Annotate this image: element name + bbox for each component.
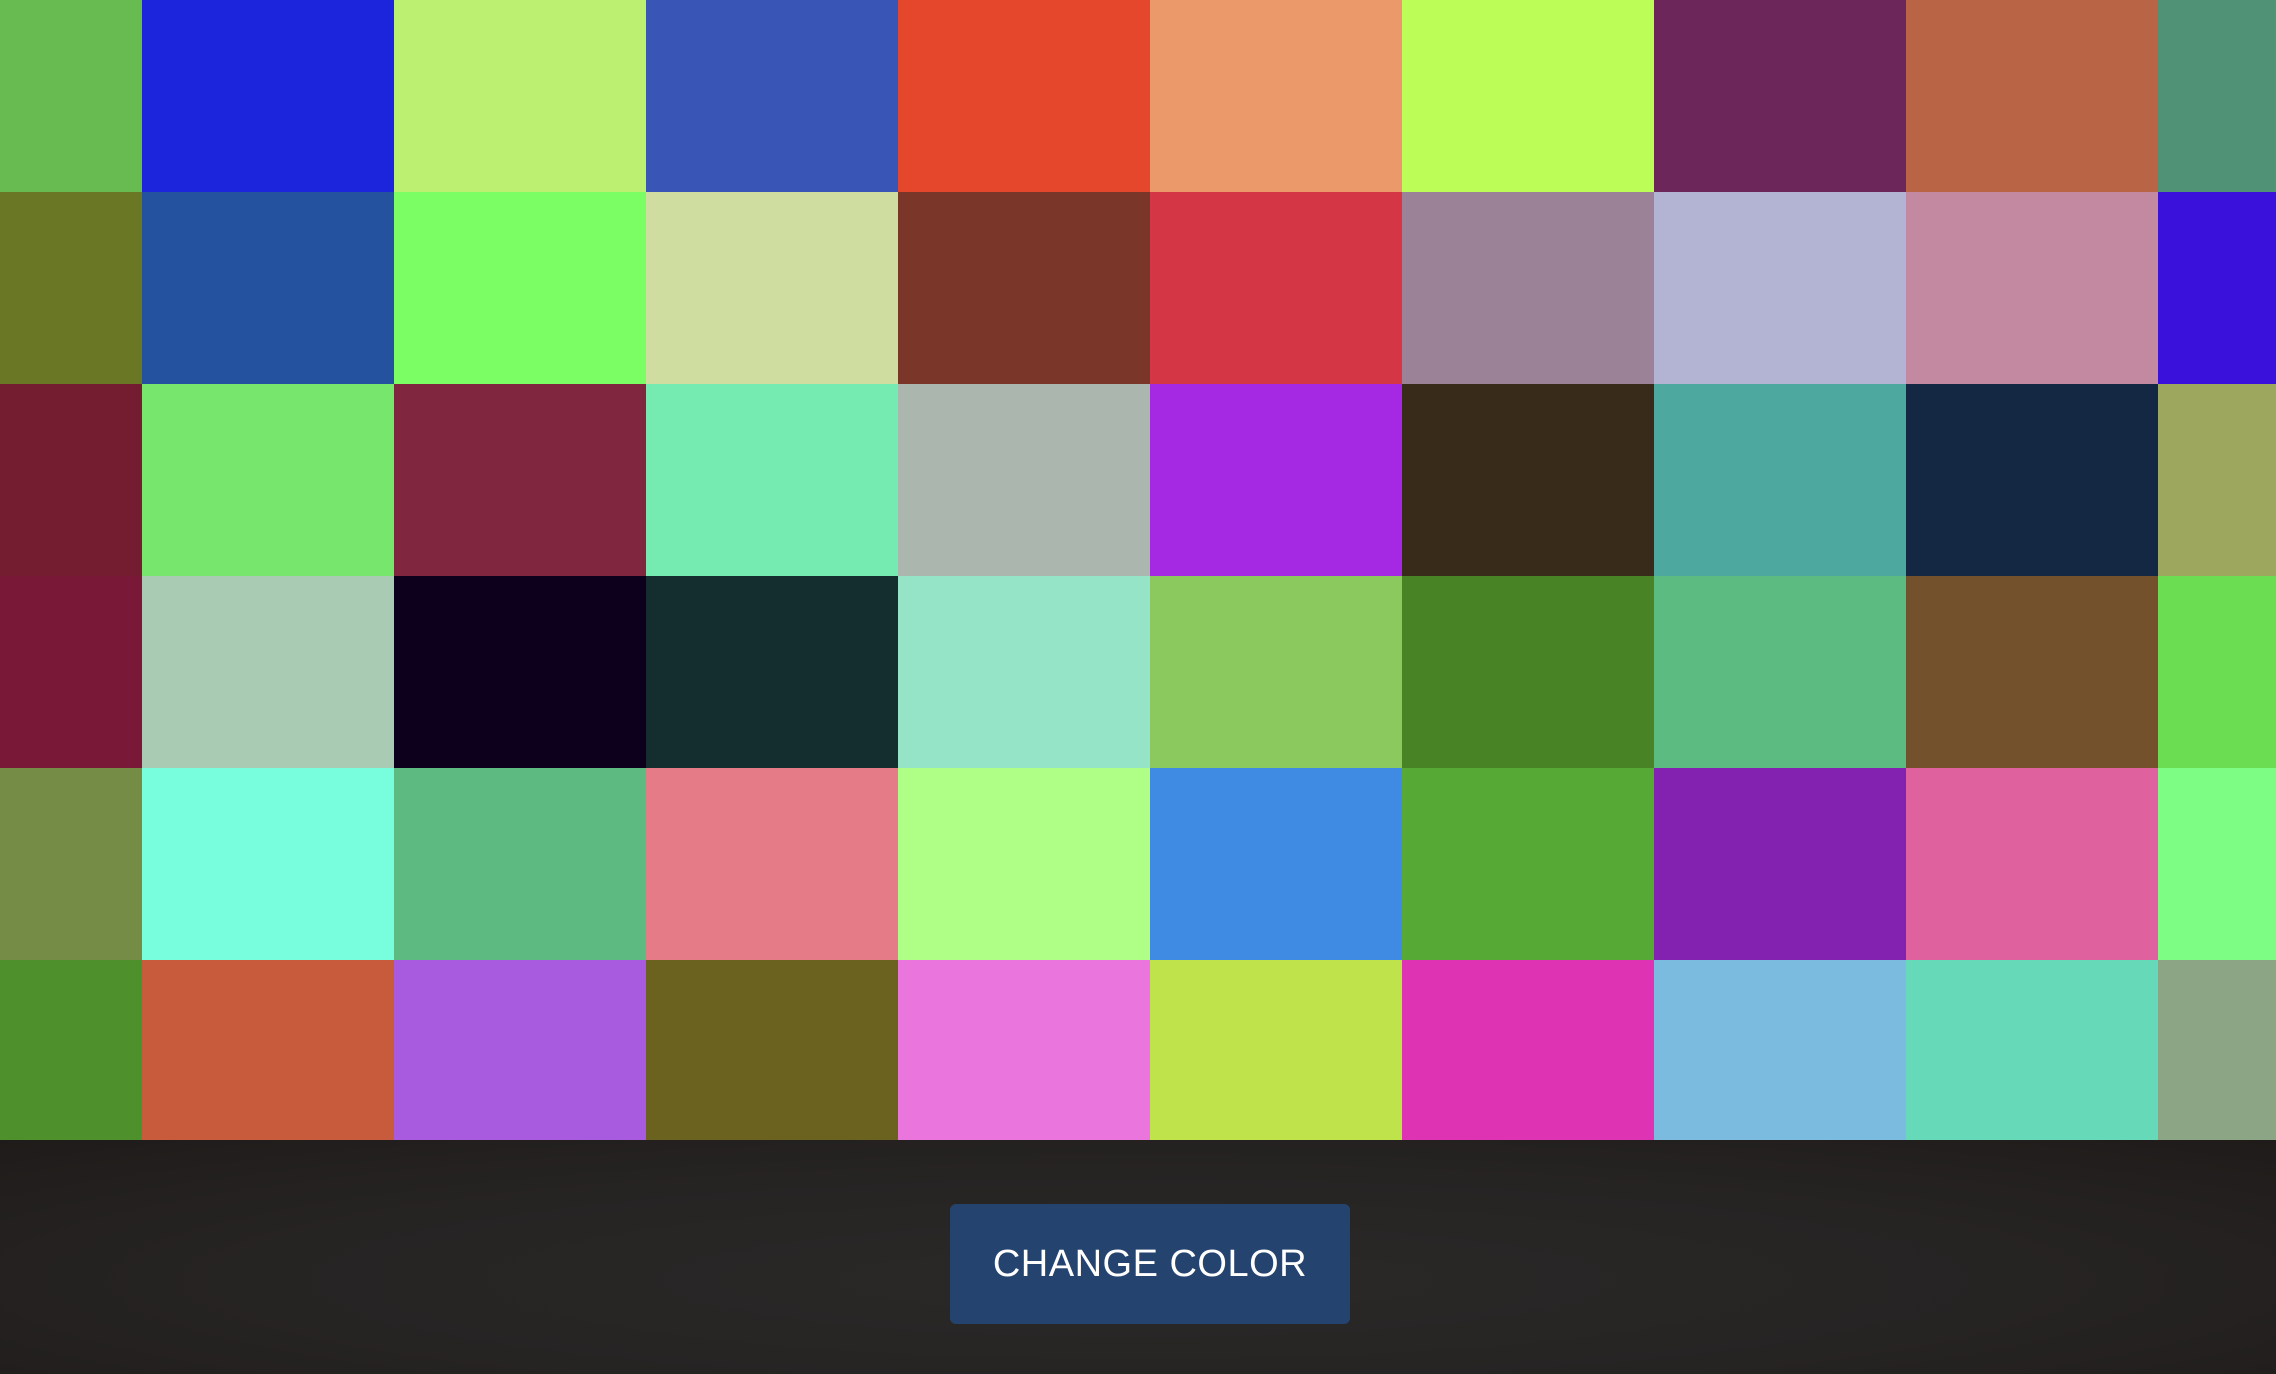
color-tile: [0, 576, 142, 768]
color-tile: [1402, 576, 1654, 768]
color-tile: [1402, 0, 1654, 192]
color-tile: [1402, 192, 1654, 384]
color-tile: [1654, 0, 1906, 192]
color-tile: [2158, 0, 2276, 192]
color-tile: [2158, 768, 2276, 960]
color-tile: [1906, 960, 2158, 1140]
color-tile: [1402, 384, 1654, 576]
color-tile: [2158, 960, 2276, 1140]
color-tile: [394, 960, 646, 1140]
color-tile: [898, 0, 1150, 192]
color-tile: [1402, 960, 1654, 1140]
color-tile: [394, 0, 646, 192]
color-tile: [0, 960, 142, 1140]
color-tile: [142, 192, 394, 384]
color-tile: [646, 576, 898, 768]
color-tile: [646, 192, 898, 384]
color-tile: [1906, 768, 2158, 960]
color-tile: [646, 384, 898, 576]
color-tile: [898, 960, 1150, 1140]
color-tile: [0, 768, 142, 960]
color-tile: [1654, 768, 1906, 960]
color-tile: [898, 576, 1150, 768]
color-tile: [2158, 576, 2276, 768]
color-tile: [0, 192, 142, 384]
color-grid-app: CHANGE COLOR: [0, 0, 2276, 1374]
color-tile: [898, 384, 1150, 576]
color-tile: [0, 0, 142, 192]
color-tile: [1150, 576, 1402, 768]
color-tile: [1150, 384, 1402, 576]
color-tile: [142, 576, 394, 768]
color-tile: [2158, 384, 2276, 576]
color-tile: [646, 0, 898, 192]
color-tile: [1150, 192, 1402, 384]
color-tile: [394, 576, 646, 768]
color-tile: [142, 960, 394, 1140]
color-tile: [0, 384, 142, 576]
color-tile: [394, 768, 646, 960]
color-tile: [1654, 384, 1906, 576]
color-tile: [898, 192, 1150, 384]
color-tile: [394, 192, 646, 384]
color-tile: [1654, 960, 1906, 1140]
color-tile: [646, 960, 898, 1140]
color-tile: [142, 0, 394, 192]
color-tile: [1150, 0, 1402, 192]
color-tile: [1150, 960, 1402, 1140]
footer-bar: CHANGE COLOR: [0, 1140, 2276, 1374]
color-tile: [1906, 192, 2158, 384]
color-tile: [142, 768, 394, 960]
color-tile: [898, 768, 1150, 960]
color-tile: [646, 768, 898, 960]
color-tile: [1654, 192, 1906, 384]
color-tile: [1402, 768, 1654, 960]
color-tile: [142, 384, 394, 576]
color-tile: [394, 384, 646, 576]
color-tile: [1906, 576, 2158, 768]
color-tile: [2158, 192, 2276, 384]
color-tile: [1150, 768, 1402, 960]
color-tile: [1654, 576, 1906, 768]
color-tile: [1906, 0, 2158, 192]
color-grid: [0, 0, 2276, 1140]
color-tile: [1906, 384, 2158, 576]
change-color-button[interactable]: CHANGE COLOR: [950, 1204, 1350, 1324]
